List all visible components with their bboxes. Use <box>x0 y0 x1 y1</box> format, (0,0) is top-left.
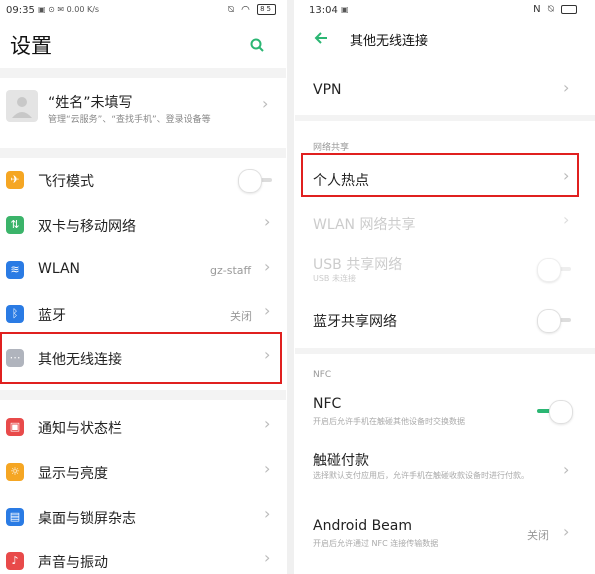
chevron-right-icon: › <box>264 504 271 523</box>
chevron-right-icon: › <box>563 460 570 479</box>
settings-item-bluetooth[interactable]: ᛒ 蓝牙 关闭 › <box>0 299 286 329</box>
page-title: 其他无线连接 <box>350 34 429 49</box>
bluetooth-icon: ᛒ <box>6 305 24 323</box>
settings-item-desktop[interactable]: ▤ 桌面与锁屏杂志 › <box>0 502 286 532</box>
notification-icon: ▣ <box>6 418 24 436</box>
section-separator <box>0 68 286 78</box>
avatar <box>6 90 38 122</box>
nfc-subtitle: 开启后允许手机在触碰其他设备时交换数据 <box>313 417 465 426</box>
highlight-box <box>0 332 282 384</box>
usb-share-subtitle: USB 未连接 <box>313 274 356 283</box>
usb-share-label: USB 共享网络 <box>313 257 403 273</box>
highlight-box <box>301 153 579 197</box>
profile-row[interactable]: “姓名”未填写 管理“云服务”、“查找手机”、登录设备等 › <box>0 80 286 140</box>
chevron-right-icon: › <box>563 522 570 541</box>
search-icon[interactable] <box>250 37 264 52</box>
settings-item-wlan[interactable]: ≋ WLAN gz-staff › <box>0 255 286 285</box>
chevron-right-icon: › <box>264 459 271 478</box>
wlan-share-label: WLAN 网络共享 <box>313 217 416 233</box>
profile-subtitle: 管理“云服务”、“查找手机”、登录设备等 <box>48 115 211 125</box>
android-beam-row[interactable]: Android Beam 开启后允许通过 NFC 连接传输数据 关闭 › <box>295 514 595 554</box>
section-separator <box>0 148 286 158</box>
chevron-right-icon: › <box>264 301 271 320</box>
android-beam-subtitle: 开启后允许通过 NFC 连接传输数据 <box>313 539 439 548</box>
settings-item-airplane-mode[interactable]: ✈ 飞行模式 <box>0 165 286 195</box>
tap-pay-subtitle: 选择默认支付应用后，允许手机在触碰收款设备时进行付款。 <box>313 471 529 480</box>
wlan-share-row: WLAN 网络共享 › <box>295 208 595 238</box>
settings-item-label: WLAN <box>38 261 81 277</box>
chevron-right-icon: › <box>563 78 570 97</box>
brightness-icon: ☼ <box>6 463 24 481</box>
bt-share-row[interactable]: 蓝牙共享网络 <box>295 305 595 335</box>
usb-share-row: USB 共享网络 USB 未连接 <box>295 250 595 286</box>
wifi-icon: ◠ <box>241 4 252 16</box>
nfc-toggle[interactable] <box>549 400 573 424</box>
chevron-right-icon: › <box>264 257 271 276</box>
vpn-row[interactable]: VPN › <box>295 76 595 106</box>
settings-item-label: 蓝牙 <box>38 308 66 324</box>
wifi-icon: ≋ <box>6 261 24 279</box>
back-arrow-icon[interactable] <box>313 30 329 46</box>
settings-item-notifications[interactable]: ▣ 通知与状态栏 › <box>0 412 286 442</box>
android-beam-status: 关闭 <box>527 529 549 542</box>
nfc-row[interactable]: NFC 开启后允许手机在触碰其他设备时交换数据 <box>295 392 595 432</box>
settings-item-display[interactable]: ☼ 显示与亮度 › <box>0 457 286 487</box>
profile-name: “姓名”未填写 <box>48 95 133 111</box>
section-title-nfc: NFC <box>313 370 332 380</box>
status-notification-icons: ▣ ⊙ ✉ 0.00 K/s <box>38 5 100 14</box>
usb-share-toggle[interactable] <box>537 258 561 282</box>
settings-item-sound[interactable]: ♪ 声音与振动 › <box>0 546 286 574</box>
chevron-right-icon: › <box>264 212 271 231</box>
settings-item-label: 飞行模式 <box>38 174 94 190</box>
section-separator <box>0 390 286 400</box>
vpn-label: VPN <box>313 82 342 98</box>
sound-icon: ♪ <box>6 552 24 570</box>
status-icons: N ⍉ <box>533 4 577 15</box>
other-wireless-screen: 13:04 ▣ N ⍉ 其他无线连接 VPN › 网络共享 个人热点 › WLA… <box>295 0 595 574</box>
nfc-label: NFC <box>313 396 342 412</box>
settings-screen: 09:35 ▣ ⊙ ✉ 0.00 K/s ⍉ ◠ 85 设置 “姓名”未填写 管… <box>0 0 286 574</box>
status-bar: 13:04 ▣ N ⍉ <box>295 0 595 22</box>
page-title: 设置 <box>10 34 52 58</box>
settings-item-label: 声音与振动 <box>38 555 108 571</box>
section-separator <box>295 115 595 121</box>
android-beam-label: Android Beam <box>313 518 413 534</box>
settings-item-dual-sim[interactable]: ⇅ 双卡与移动网络 › <box>0 210 286 240</box>
status-icons: ⍉ ◠ 85 <box>228 4 276 16</box>
chevron-right-icon: › <box>563 210 570 229</box>
bluetooth-status: 关闭 <box>230 310 252 323</box>
tap-pay-label: 触碰付款 <box>313 453 369 469</box>
panel-divider <box>287 0 294 574</box>
battery-icon <box>561 4 577 14</box>
tap-pay-row[interactable]: 触碰付款 选择默认支付应用后，允许手机在触碰收款设备时进行付款。 › <box>295 446 595 496</box>
bt-share-toggle[interactable] <box>537 309 561 333</box>
wallpaper-icon: ▤ <box>6 508 24 526</box>
wlan-network-name: gz-staff <box>210 264 252 277</box>
chevron-right-icon: › <box>264 548 271 567</box>
status-speed: 0.00 K/s <box>66 5 100 14</box>
section-title-tethering: 网络共享 <box>313 143 350 153</box>
vibrate-icon: ⍉ <box>547 4 556 15</box>
settings-item-label: 显示与亮度 <box>38 466 108 482</box>
battery-icon: 85 <box>257 4 276 15</box>
section-separator <box>295 348 595 354</box>
status-time: 13:04 <box>309 5 338 16</box>
nfc-icon: N <box>533 4 543 15</box>
bt-share-label: 蓝牙共享网络 <box>313 314 397 330</box>
airplane-toggle[interactable] <box>238 169 262 193</box>
status-notification-icons: ▣ <box>341 5 349 14</box>
settings-item-label: 通知与状态栏 <box>38 421 122 437</box>
settings-item-label: 桌面与锁屏杂志 <box>38 511 136 527</box>
settings-item-label: 双卡与移动网络 <box>38 219 136 235</box>
chevron-right-icon: › <box>262 94 269 113</box>
vibrate-icon: ⍉ <box>227 4 236 16</box>
status-bar: 09:35 ▣ ⊙ ✉ 0.00 K/s ⍉ ◠ 85 <box>0 0 286 22</box>
sim-icon: ⇅ <box>6 216 24 234</box>
status-time: 09:35 <box>6 5 35 16</box>
chevron-right-icon: › <box>264 414 271 433</box>
airplane-icon: ✈ <box>6 171 24 189</box>
